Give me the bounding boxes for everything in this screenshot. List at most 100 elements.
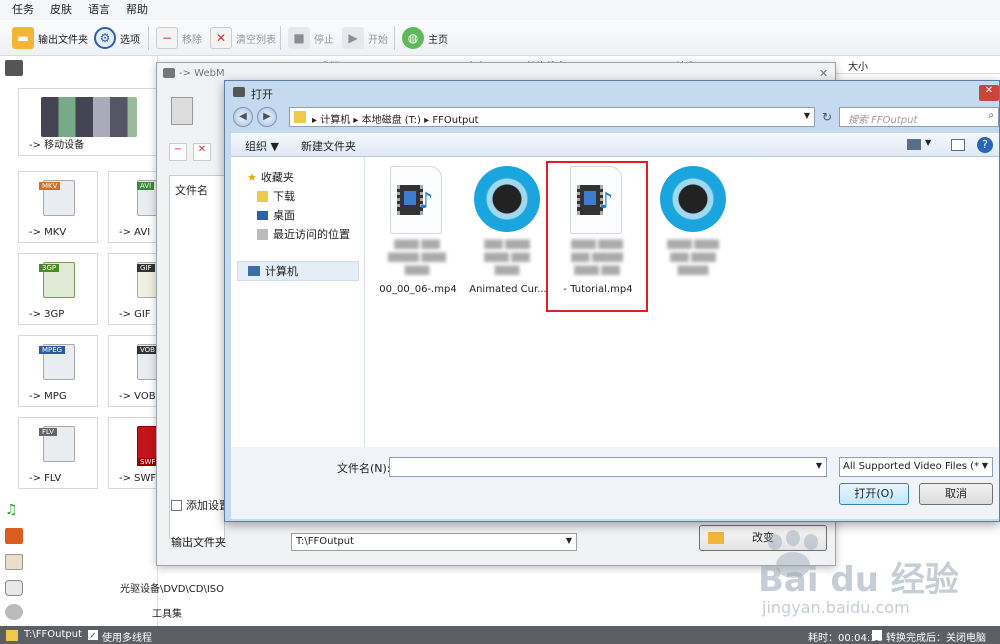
- chevron-down-icon[interactable]: ▼: [804, 111, 810, 120]
- clear-icon[interactable]: ✕: [193, 143, 211, 161]
- play-icon: ▶: [342, 27, 364, 49]
- file-item[interactable]: ███ ████ ████ ███ ████ Animated Cur...: [460, 162, 556, 302]
- document-icon[interactable]: [5, 554, 23, 570]
- nav-recent[interactable]: 最近访问的位置: [257, 226, 350, 242]
- view-icon[interactable]: [907, 139, 921, 150]
- menu-language[interactable]: 语言: [88, 0, 110, 20]
- tools-icon[interactable]: [5, 604, 23, 620]
- multithread-checkbox[interactable]: ✓: [88, 630, 98, 640]
- output-folder-value: T:\FFOutput: [296, 536, 354, 547]
- stop-icon: ■: [288, 27, 310, 49]
- breadcrumb-drive[interactable]: 本地磁盘 (T:): [362, 115, 421, 126]
- file-type-value: All Supported Video Files (*.: [843, 461, 979, 472]
- folder-icon: [6, 630, 18, 641]
- remove-icon: −: [156, 27, 178, 49]
- file-item[interactable]: ████ ████ ███ ████ █████: [646, 162, 742, 302]
- remove-icon[interactable]: −: [169, 143, 187, 161]
- nav-downloads[interactable]: 下载: [257, 188, 295, 204]
- sidebar-dvd[interactable]: 光驱设备\DVD\CD\ISO: [120, 580, 224, 595]
- sidebar-tools[interactable]: 工具集: [152, 605, 182, 620]
- tile-gif[interactable]: GIF -> GIF: [108, 253, 159, 325]
- forward-icon[interactable]: ▶: [257, 107, 277, 127]
- output-folder-button[interactable]: ▬ 输出文件夹: [12, 24, 88, 52]
- start-button[interactable]: ▶ 开始: [342, 24, 388, 52]
- filename-input[interactable]: ▼: [389, 457, 827, 477]
- tile-vob[interactable]: VOB -> VOB: [108, 335, 159, 407]
- output-folder-label: 输出文件夹: [171, 536, 226, 549]
- tile-mpg[interactable]: MPEG -> MPG: [18, 335, 98, 407]
- organize-button[interactable]: 组织 ▼: [245, 138, 279, 154]
- close-icon[interactable]: ✕: [979, 85, 999, 101]
- dvd-drive-icon[interactable]: [5, 580, 23, 596]
- command-bar: 组织 ▼ 新建文件夹 ▼ ?: [231, 133, 999, 157]
- blurred-caption: ███ ████ ████ ███ ████: [484, 240, 530, 275]
- tile-label: -> SWF: [119, 473, 157, 484]
- filename-label: 文件名(N):: [337, 462, 391, 475]
- search-input[interactable]: 搜索 FFOutput ⌕: [839, 107, 999, 127]
- menu-task[interactable]: 任务: [12, 0, 34, 20]
- tile-swf[interactable]: SWF -> SWF: [108, 417, 159, 489]
- open-button[interactable]: 打开(O): [839, 483, 909, 505]
- nav-favorites-label: 收藏夹: [260, 171, 294, 184]
- cancel-button[interactable]: 取消: [919, 483, 993, 505]
- refresh-icon[interactable]: ↻: [819, 107, 835, 127]
- after-done-checkbox[interactable]: [872, 630, 882, 640]
- stop-label: 停止: [314, 34, 334, 46]
- home-button[interactable]: ◍ 主页: [402, 24, 448, 52]
- breadcrumb-computer[interactable]: 计算机: [320, 115, 350, 126]
- menu-skin[interactable]: 皮肤: [50, 0, 72, 20]
- webm-file-list[interactable]: 文件名: [169, 175, 225, 539]
- watermark-url: jingyan.baidu.com: [762, 598, 910, 617]
- 3gp-tag: 3GP: [39, 264, 60, 272]
- quicktime-file-icon: [474, 166, 540, 232]
- file-name-column: 文件名: [175, 184, 208, 197]
- chevron-down-icon[interactable]: ▼: [925, 138, 931, 147]
- tile-label: -> MPG: [29, 391, 67, 402]
- tile-label: -> 3GP: [29, 309, 65, 320]
- address-bar[interactable]: ▸ 计算机 ▸ 本地磁盘 (T:) ▸ FFOutput ▼: [289, 107, 815, 127]
- downloads-folder-icon: [257, 190, 268, 202]
- output-folder-label: 输出文件夹: [38, 34, 88, 46]
- toolbar-separator: [394, 26, 395, 50]
- image-icon[interactable]: [5, 528, 23, 544]
- file-item[interactable]: ♪ ████ ███ █████ ████ ████ 00_00_06-.mp4: [370, 162, 466, 302]
- nav-computer[interactable]: 计算机: [237, 261, 359, 281]
- options-button[interactable]: ⚙ 选项: [94, 24, 140, 52]
- tile-3gp[interactable]: 3GP -> 3GP: [18, 253, 98, 325]
- stop-button[interactable]: ■ 停止: [288, 24, 334, 52]
- tile-label: -> VOB: [119, 391, 156, 402]
- file-type-select[interactable]: All Supported Video Files (*. ▼: [839, 457, 993, 477]
- back-icon[interactable]: ◀: [233, 107, 253, 127]
- col-size2[interactable]: 大小: [848, 58, 868, 73]
- tile-mobile[interactable]: -> 移动设备: [18, 88, 158, 156]
- tile-label: -> FLV: [29, 473, 62, 484]
- new-folder-button[interactable]: 新建文件夹: [301, 138, 356, 154]
- tile-mkv[interactable]: MKV -> MKV: [18, 171, 98, 243]
- nav-desktop[interactable]: 桌面: [257, 207, 295, 223]
- status-path[interactable]: T:\FFOutput: [24, 629, 82, 640]
- file-name: 00_00_06-.mp4: [379, 284, 457, 295]
- video-icon: [5, 60, 23, 76]
- watermark-brand: Bai du 经验: [758, 560, 959, 600]
- tile-avi[interactable]: AVI -> AVI: [108, 171, 159, 243]
- close-icon[interactable]: ✕: [819, 67, 828, 80]
- nav-downloads-label: 下载: [273, 190, 295, 203]
- nav-favorites[interactable]: ★ 收藏夹: [247, 169, 294, 185]
- computer-icon: [248, 266, 260, 276]
- preview-pane-icon[interactable]: [951, 139, 965, 151]
- blurred-caption: ████ ████ ███ ████ █████: [667, 240, 719, 275]
- remove-button[interactable]: − 移除: [156, 24, 202, 52]
- output-folder-select[interactable]: T:\FFOutput ▼: [291, 533, 577, 551]
- annotation-highlight-box: [546, 161, 648, 312]
- tile-flv[interactable]: FLV -> FLV: [18, 417, 98, 489]
- breadcrumb-folder[interactable]: FFOutput: [432, 115, 478, 126]
- tile-label: -> MKV: [29, 227, 67, 238]
- flv-tag: FLV: [39, 428, 57, 436]
- help-icon[interactable]: ?: [977, 137, 993, 153]
- menu-help[interactable]: 帮助: [126, 0, 148, 20]
- audio-icon[interactable]: ♫: [5, 502, 23, 518]
- toolbar: ▬ 输出文件夹 ⚙ 选项 − 移除 ✕ 清空列表 ■ 停止 ▶ 开始 ◍ 主页: [0, 20, 1000, 56]
- clear-list-button[interactable]: ✕ 清空列表: [210, 24, 276, 52]
- recent-places-icon: [257, 228, 268, 240]
- folder-icon: ▬: [12, 27, 34, 49]
